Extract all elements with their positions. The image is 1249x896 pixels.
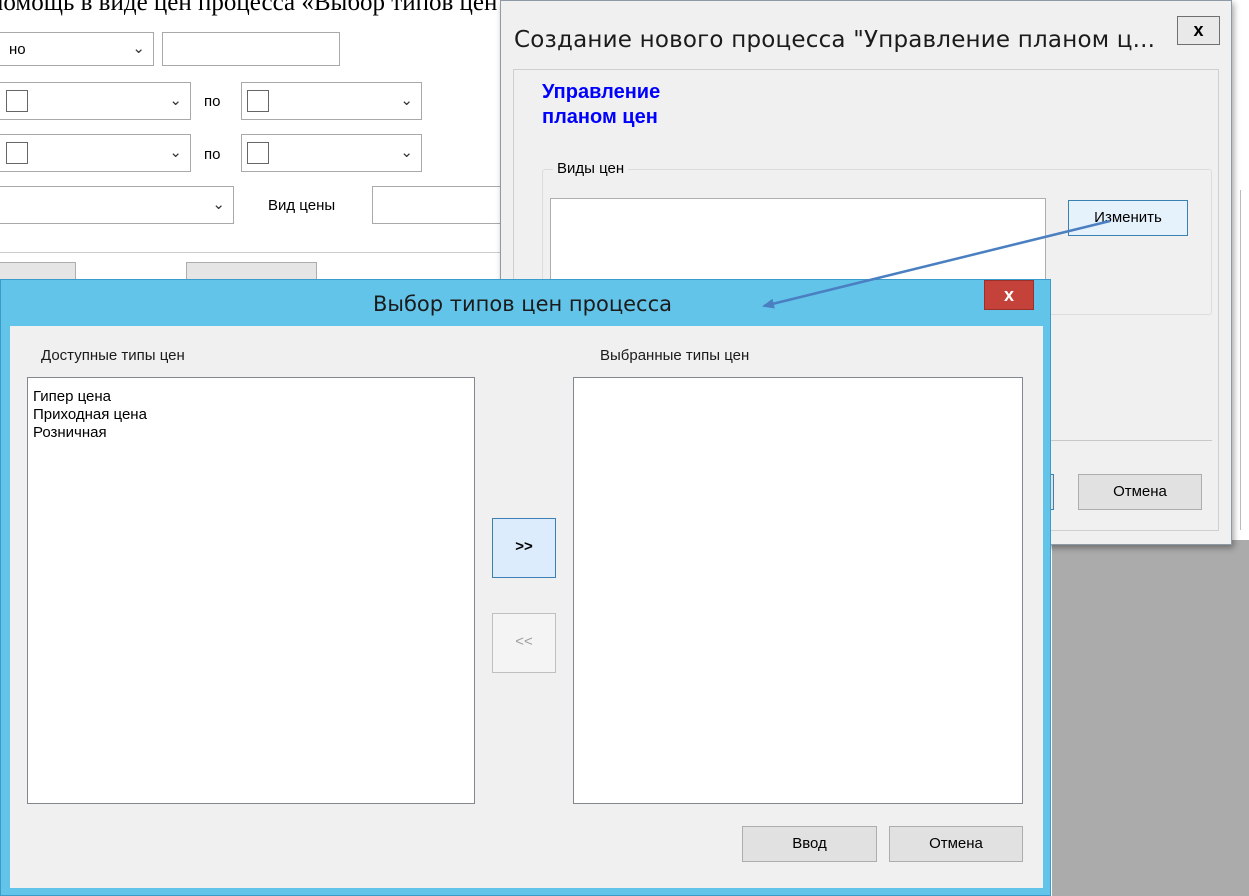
filter-input-1[interactable] (162, 32, 340, 66)
select-price-types-dialog-title: Выбор типов цен процесса (372, 292, 672, 316)
process-heading: Управление планом цен (542, 80, 742, 130)
price-kind-input[interactable] (372, 186, 512, 224)
available-types-list[interactable]: Гипер цена Приходная цена Розничная (27, 377, 475, 804)
select-price-types-dialog-body: Доступные типы цен Выбранные типы цен Ги… (10, 326, 1043, 888)
selected-types-label: Выбранные типы цен (600, 347, 750, 364)
checkbox[interactable] (6, 90, 28, 112)
close-icon: x (1193, 20, 1204, 40)
price-kind-label: Вид цены (268, 197, 336, 214)
filter-combo-3[interactable]: ⌄ (241, 82, 422, 120)
price-kinds-group-label: Виды цен (553, 160, 629, 177)
remove-button[interactable]: << (492, 613, 556, 673)
background-gray-area (1052, 540, 1249, 896)
chevron-down-icon: ⌄ (400, 92, 413, 110)
list-item[interactable]: Приходная цена (28, 406, 474, 424)
cancel-button[interactable]: Отмена (889, 826, 1023, 862)
selected-types-list[interactable] (573, 377, 1023, 804)
filter-combo-1-value: но (9, 41, 26, 58)
add-button[interactable]: >> (492, 518, 556, 578)
select-price-types-dialog: Выбор типов цен процесса x Доступные тип… (0, 279, 1051, 896)
checkbox[interactable] (6, 142, 28, 164)
process-heading-line-1: Управление (542, 81, 661, 103)
filter-combo-2[interactable]: ⌄ (0, 82, 191, 120)
close-button[interactable]: x (1177, 16, 1220, 45)
chevron-down-icon: ⌄ (169, 92, 182, 110)
list-item[interactable]: Гипер цена (28, 388, 474, 406)
create-process-dialog-title: Создание нового процесса "Управление пла… (514, 27, 1156, 53)
checkbox[interactable] (247, 142, 269, 164)
close-button[interactable]: x (984, 280, 1034, 310)
filter-combo-1[interactable]: но ⌄ (0, 32, 154, 66)
po-label: по (204, 146, 221, 163)
available-types-label: Доступные типы цен (41, 347, 185, 364)
chevron-down-icon: ⌄ (212, 196, 225, 214)
process-heading-line-2: планом цен (542, 106, 658, 128)
po-label: по (204, 93, 221, 110)
checkbox[interactable] (247, 90, 269, 112)
filter-combo-4[interactable]: ⌄ (0, 134, 191, 172)
list-item[interactable]: Розничная (28, 424, 474, 442)
close-icon: x (1003, 285, 1014, 305)
chevron-down-icon: ⌄ (400, 144, 413, 162)
change-button[interactable]: Изменить (1068, 200, 1188, 236)
ok-button[interactable]: Ввод (742, 826, 877, 862)
chevron-down-icon: ⌄ (169, 144, 182, 162)
cancel-button[interactable]: Отмена (1078, 474, 1202, 510)
chevron-down-icon: ⌄ (132, 40, 145, 58)
filter-combo-6[interactable]: ⌄ (0, 186, 234, 224)
filter-combo-5[interactable]: ⌄ (241, 134, 422, 172)
divider (1240, 190, 1241, 530)
